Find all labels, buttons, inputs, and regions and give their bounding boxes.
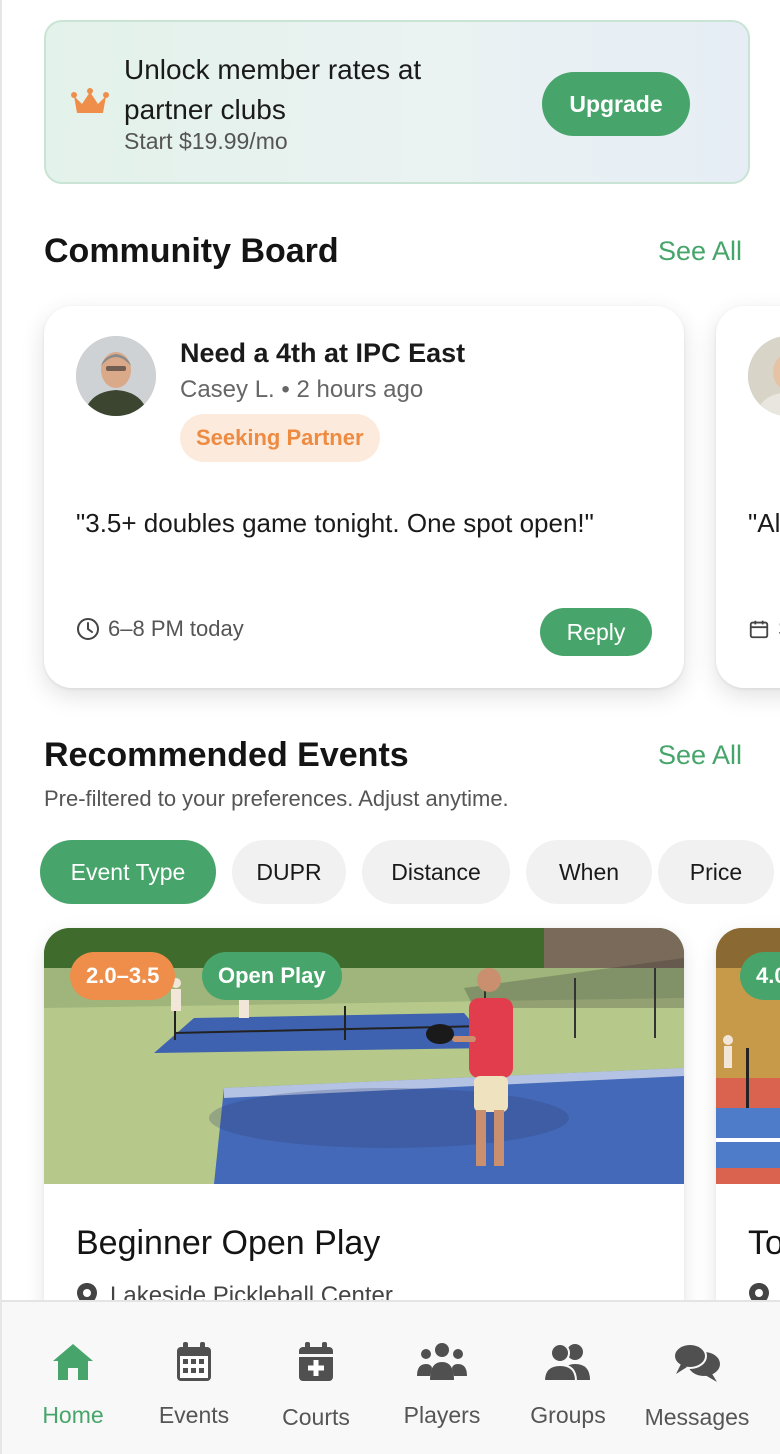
post-message: "3.5+ doubles game tonight. One spot ope… [76, 508, 594, 538]
event-card[interactable]: 2.0–3.5 Open Play Beginner Open Play Lak… [44, 928, 684, 1348]
groups-icon [542, 1343, 590, 1382]
events-see-all-link[interactable]: See All [658, 740, 742, 771]
nav-label: Events [158, 1402, 230, 1428]
community-post-card[interactable]: "Al S [716, 306, 780, 688]
event-title: Beginner Open Play [76, 1224, 381, 1262]
calendar-plus-icon [299, 1342, 333, 1381]
crown-icon [71, 88, 109, 113]
post-title: Need a 4th at IPC East [180, 338, 466, 368]
events-subtitle: Pre-filtered to your preferences. Adjust… [44, 786, 509, 811]
clock-icon [77, 618, 99, 640]
event-card[interactable]: 4.0 To [716, 928, 780, 1348]
nav-tab-players[interactable]: Players [379, 1302, 505, 1454]
post-message: "Al [748, 508, 780, 538]
calendar-icon [749, 620, 769, 639]
upgrade-banner[interactable]: Unlock member rates at partner clubs Sta… [44, 20, 750, 184]
post-author-time: Casey L. • 2 hours ago [180, 376, 424, 403]
nav-tab-courts[interactable]: Courts [253, 1302, 379, 1454]
community-see-all-link[interactable]: See All [658, 236, 742, 267]
bottom-nav: Home Events Courts Players Groups Messag… [2, 1300, 780, 1454]
community-post-card[interactable]: Need a 4th at IPC East Casey L. • 2 hour… [44, 306, 684, 688]
nav-tab-messages[interactable]: Messages [634, 1302, 760, 1454]
upgrade-button[interactable]: Upgrade [542, 72, 690, 136]
nav-label: Messages [644, 1404, 750, 1430]
post-time: S [748, 616, 780, 642]
banner-price: Start $19.99/mo [124, 128, 288, 154]
filter-chip-price[interactable]: Price [658, 840, 774, 904]
filter-chip-distance[interactable]: Distance [362, 840, 510, 904]
nav-tab-home[interactable]: Home [10, 1302, 136, 1454]
nav-label: Courts [282, 1404, 350, 1430]
filter-chip-event-type[interactable]: Event Type [40, 840, 216, 904]
event-title: To [748, 1224, 780, 1262]
home-icon [53, 1344, 93, 1380]
event-type-badge: Open Play [202, 952, 342, 1000]
players-icon [417, 1343, 467, 1380]
post-time: 6–8 PM today [76, 616, 244, 642]
recommended-events-title: Recommended Events [44, 736, 409, 774]
avatar [76, 336, 156, 416]
nav-tab-events[interactable]: Events [131, 1302, 257, 1454]
nav-label: Groups [530, 1402, 606, 1428]
messages-icon [673, 1343, 720, 1382]
calendar-icon [177, 1342, 211, 1381]
community-board-title: Community Board [44, 232, 339, 270]
seeking-partner-tag: Seeking Partner [180, 414, 380, 462]
post-time-text: 6–8 PM today [108, 616, 244, 641]
filter-chip-dupr[interactable]: DUPR [232, 840, 346, 904]
level-badge: 2.0–3.5 [70, 952, 176, 1000]
home-screen: Unlock member rates at partner clubs Sta… [0, 0, 780, 1454]
avatar [748, 336, 780, 416]
filter-chip-when[interactable]: When [526, 840, 652, 904]
nav-tab-groups[interactable]: Groups [505, 1302, 631, 1454]
nav-label: Players [403, 1402, 481, 1428]
level-badge: 4.0 [740, 952, 780, 1000]
nav-label: Home [42, 1402, 104, 1428]
reply-button[interactable]: Reply [540, 608, 652, 656]
banner-title: Unlock member rates at partner clubs [124, 54, 422, 125]
